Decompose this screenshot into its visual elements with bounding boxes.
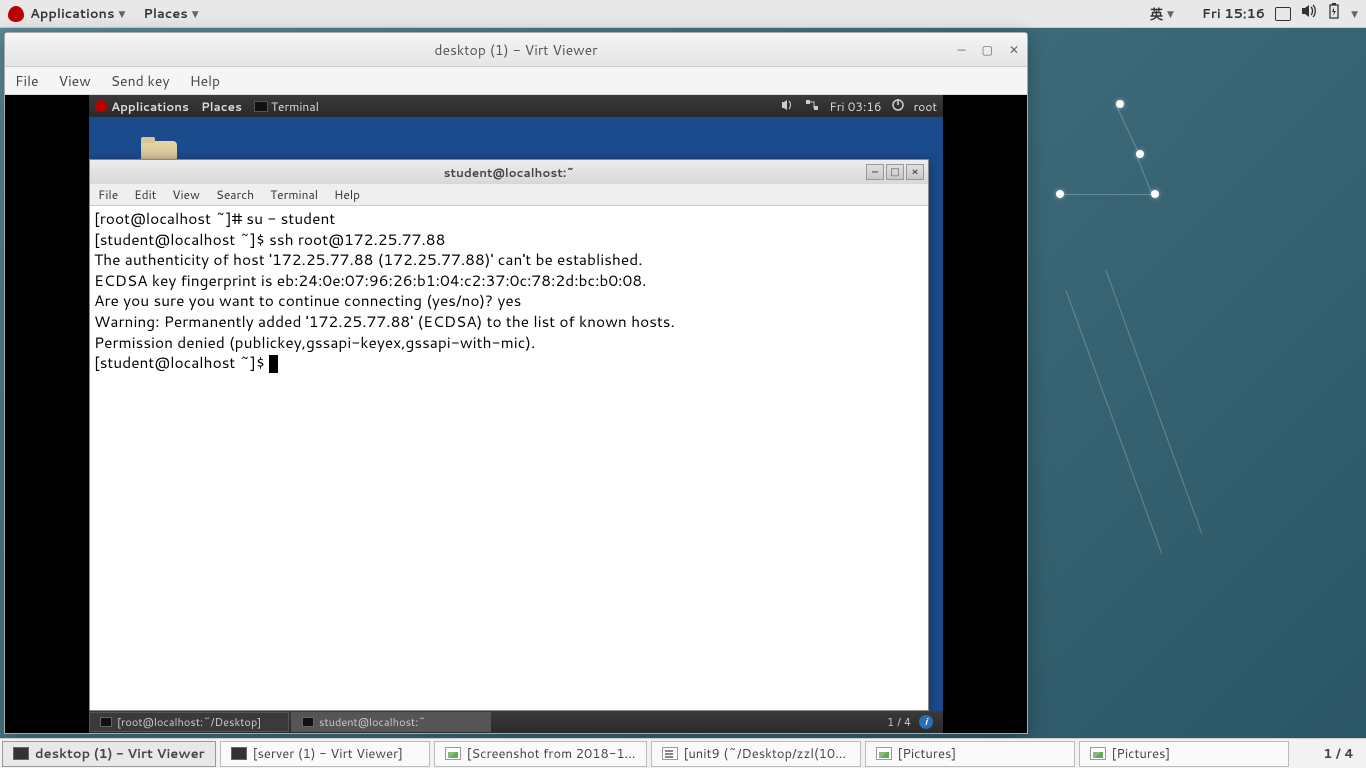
guest-taskbar-item[interactable]: student@localhost:~ (291, 712, 491, 732)
app-icon (13, 747, 29, 760)
host-top-panel: Applications▼ Places▼ 英▼ Fri 15:16 ▼ (0, 0, 1366, 28)
close-button[interactable]: ✕ (1009, 41, 1019, 58)
host-bottom-panel: desktop (1) - Virt Viewer[server (1) - V… (0, 738, 1366, 768)
guest-applications-menu[interactable]: Applications (111, 98, 189, 115)
host-applications-menu[interactable]: Applications▼ (30, 5, 125, 23)
terminal-menu-view[interactable]: View (172, 186, 200, 203)
terminal-menu-edit[interactable]: Edit (134, 186, 156, 203)
terminal-menu-terminal[interactable]: Terminal (270, 186, 318, 203)
virt-titlebar[interactable]: desktop (1) - Virt Viewer — ▢ ✕ (5, 33, 1027, 67)
guest-desktop: Applications Places Terminal Fri 03:16 r… (89, 95, 943, 733)
guest-places-menu[interactable]: Places (201, 98, 242, 115)
host-taskbar-item[interactable]: [Screenshot from 2018-1... (434, 741, 647, 767)
terminal-close-button[interactable]: × (906, 164, 924, 180)
app-icon (876, 747, 892, 760)
host-places-menu[interactable]: Places▼ (143, 5, 198, 23)
terminal-menu-file[interactable]: File (98, 186, 118, 203)
app-icon (1090, 747, 1106, 760)
guest-workspace-indicator[interactable]: 1 / 4 (887, 714, 911, 730)
wallpaper-decoration (1026, 30, 1366, 530)
guest-network-icon[interactable] (805, 98, 819, 115)
virt-window-title: desktop (1) - Virt Viewer (434, 40, 597, 60)
app-icon (231, 747, 247, 760)
system-menu-caret[interactable]: ▼ (1351, 7, 1358, 20)
guest-taskbar-item[interactable]: [root@localhost:~/Desktop] (89, 712, 289, 732)
host-taskbar-item[interactable]: desktop (1) - Virt Viewer (2, 741, 216, 767)
guest-user-label[interactable]: root (914, 98, 937, 115)
host-taskbar-item[interactable]: [unit9 (~/Desktop/zzl(10... (651, 741, 861, 767)
virt-menu-file[interactable]: File (15, 71, 39, 91)
host-taskbar-item[interactable]: [Pictures] (865, 741, 1075, 767)
guest-redhat-logo-icon (95, 100, 107, 112)
app-icon (445, 747, 461, 760)
terminal-window: student@localhost:~ – □ × File Edit View… (89, 159, 929, 711)
virt-menu-help[interactable]: Help (190, 71, 220, 91)
virt-framebuffer[interactable]: Applications Places Terminal Fri 03:16 r… (5, 95, 1027, 733)
volume-icon[interactable] (1301, 4, 1317, 23)
terminal-maximize-button[interactable]: □ (886, 164, 904, 180)
virt-menu-sendkey[interactable]: Send key (111, 71, 170, 91)
redhat-logo-icon (8, 6, 24, 22)
guest-power-icon[interactable] (892, 98, 904, 115)
app-icon (662, 747, 678, 760)
guest-active-app-indicator[interactable]: Terminal (254, 98, 319, 115)
virt-viewer-window: desktop (1) - Virt Viewer — ▢ ✕ File Vie… (4, 32, 1028, 734)
virt-menubar: File View Send key Help (5, 67, 1027, 95)
display-indicator-icon[interactable] (1275, 7, 1291, 21)
guest-volume-icon[interactable] (781, 98, 795, 115)
terminal-title: student@localhost:~ (444, 164, 575, 181)
guest-clock[interactable]: Fri 03:16 (829, 98, 881, 115)
input-method-indicator[interactable]: 英▼ (1150, 4, 1174, 24)
terminal-minimize-button[interactable]: – (866, 164, 884, 180)
terminal-icon (100, 717, 112, 727)
host-workspace-indicator[interactable]: 1 / 4 (1311, 745, 1366, 763)
maximize-button[interactable]: ▢ (982, 41, 993, 58)
terminal-menubar: File Edit View Search Terminal Help (90, 184, 928, 206)
terminal-icon (302, 717, 314, 727)
terminal-icon (254, 101, 268, 112)
host-taskbar-item[interactable]: [server (1) - Virt Viewer] (220, 741, 430, 767)
terminal-menu-help[interactable]: Help (334, 186, 360, 203)
minimize-button[interactable]: — (957, 41, 965, 58)
battery-icon[interactable] (1327, 3, 1341, 24)
host-clock[interactable]: Fri 15:16 (1202, 5, 1265, 23)
terminal-titlebar[interactable]: student@localhost:~ – □ × (90, 160, 928, 184)
terminal-menu-search[interactable]: Search (216, 186, 254, 203)
guest-top-panel: Applications Places Terminal Fri 03:16 r… (89, 95, 943, 117)
host-taskbar-item[interactable]: [Pictures] (1079, 741, 1289, 767)
info-icon[interactable]: i (919, 715, 933, 729)
terminal-output[interactable]: [root@localhost ~]# su - student[student… (90, 206, 928, 710)
virt-menu-view[interactable]: View (59, 71, 91, 91)
guest-bottom-panel: [root@localhost:~/Desktop]student@localh… (89, 711, 943, 733)
